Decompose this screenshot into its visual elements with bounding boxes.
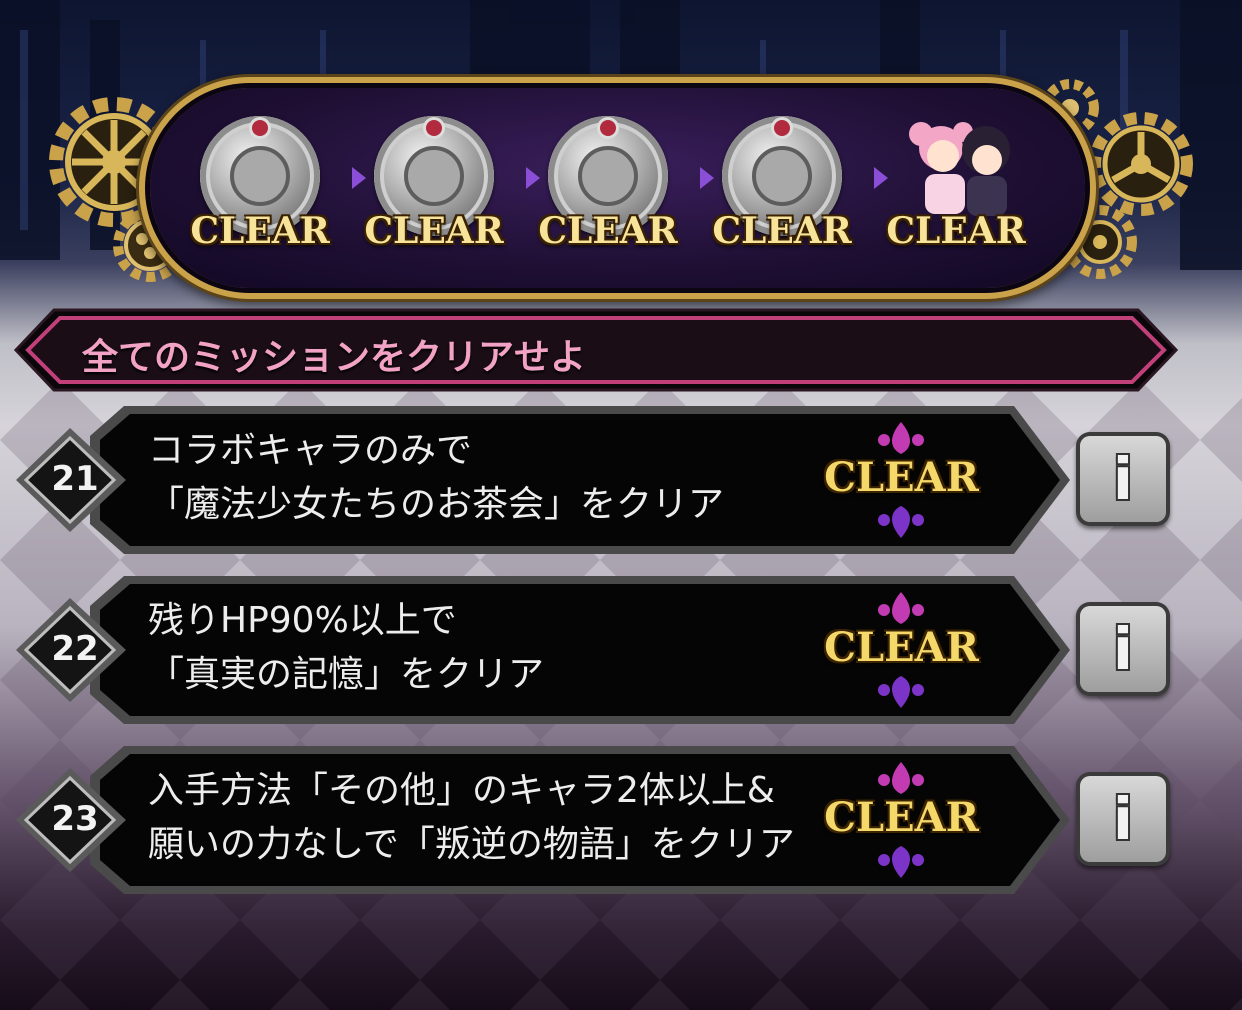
mission-number: 21	[51, 459, 99, 499]
clear-status: CLEAR	[824, 624, 979, 671]
medal-step-3: CLEAR	[538, 112, 678, 262]
mission-number: 22	[51, 629, 99, 669]
info-button[interactable]: i	[1080, 436, 1166, 522]
info-button[interactable]: i	[1080, 606, 1166, 692]
info-button[interactable]: i	[1080, 776, 1166, 862]
medal-clear-label: CLEAR	[190, 210, 330, 252]
clear-stamp: CLEAR	[814, 418, 989, 542]
mission-row: 23 入手方法「その他」のキャラ2体以上& 願いの力なしで「叛逆の物語」をクリア…	[14, 744, 1174, 896]
mission-line-2: 「真実の記憶」をクリア	[148, 654, 545, 695]
medal-step-1: CLEAR	[190, 112, 330, 262]
mission-line-2: 願いの力なしで「叛逆の物語」をクリア	[148, 824, 795, 865]
medal-step-4: CLEAR	[712, 112, 852, 262]
arrow-right-icon	[874, 167, 888, 189]
medal-progress-row: CLEAR CLEAR CLEAR CLEAR CLEAR	[190, 112, 1055, 262]
arrow-right-icon	[352, 167, 366, 189]
medal-step-5: CLEAR	[886, 112, 1026, 262]
section-title: 全てのミッションをクリアせよ	[82, 337, 587, 378]
clear-stamp: CLEAR	[814, 588, 989, 712]
clear-status: CLEAR	[824, 794, 979, 841]
clear-stamp: CLEAR	[814, 758, 989, 882]
mission-line-1: 入手方法「その他」のキャラ2体以上&	[148, 770, 775, 811]
mission-number: 23	[51, 799, 99, 839]
character-portrait-icon	[909, 122, 1010, 216]
medal-step-2: CLEAR	[364, 112, 504, 262]
mission-row: 21 コラボキャラのみで 「魔法少女たちのお茶会」をクリア CLEAR i	[14, 404, 1174, 556]
medal-clear-label: CLEAR	[538, 210, 678, 252]
medal-clear-label: CLEAR	[712, 210, 852, 252]
mission-description: 入手方法「その他」のキャラ2体以上& 願いの力なしで「叛逆の物語」をクリア	[148, 764, 808, 872]
mission-row: 22 残りHP90%以上で 「真実の記憶」をクリア CLEAR i	[14, 574, 1174, 726]
mission-description: コラボキャラのみで 「魔法少女たちのお茶会」をクリア	[148, 424, 808, 532]
mission-section-header: 全てのミッションをクリアせよ	[14, 308, 1178, 392]
mission-line-2: 「魔法少女たちのお茶会」をクリア	[148, 484, 725, 525]
arrow-right-icon	[526, 167, 540, 189]
mission-description: 残りHP90%以上で 「真実の記憶」をクリア	[148, 594, 808, 702]
medal-clear-label: CLEAR	[364, 210, 504, 252]
final-clear-label: CLEAR	[886, 210, 1026, 252]
arrow-right-icon	[700, 167, 714, 189]
mission-line-1: コラボキャラのみで	[148, 430, 473, 471]
mission-line-1: 残りHP90%以上で	[148, 600, 457, 641]
clear-status: CLEAR	[824, 454, 979, 501]
